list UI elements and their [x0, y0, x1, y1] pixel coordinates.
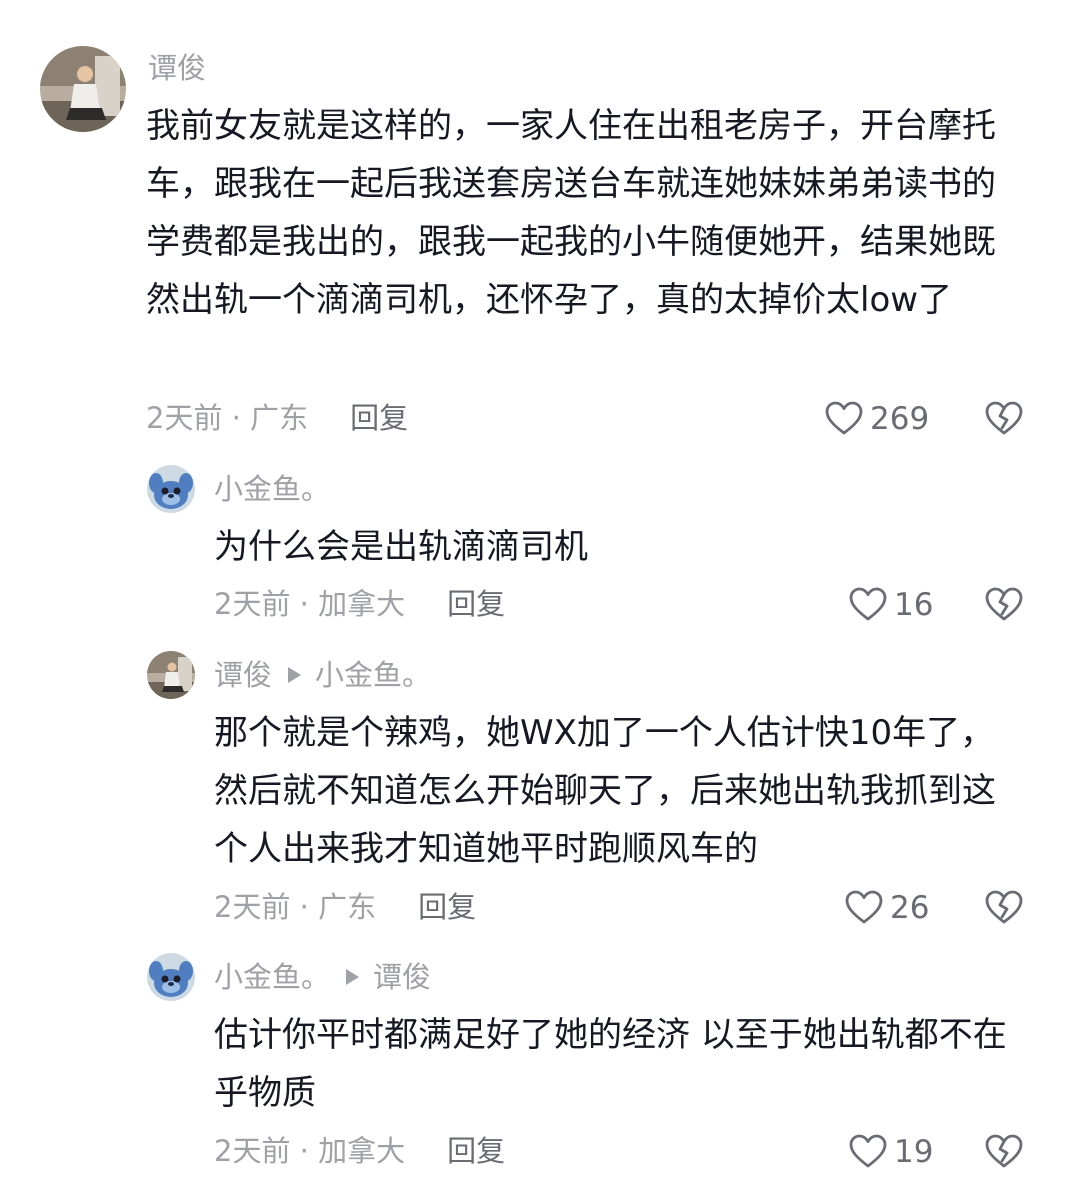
reply-button[interactable]: 回复: [447, 1134, 505, 1168]
avatar[interactable]: [147, 953, 195, 1001]
comment-meta: 2天前 · 广东 回复: [146, 400, 408, 436]
comment-text: 我前女友就是这样的，一家人住在出租老房子，开台摩托车，跟我在一起后我送套房送台车…: [146, 106, 996, 320]
like-count: 26: [890, 890, 930, 926]
heart-outline-icon: [845, 890, 883, 924]
comment-4: 小金鱼。 谭俊 估计你平时都满足好了她的经济 以至于她出轨都不在乎物质 2天前 ·…: [0, 940, 1065, 1200]
reply-button[interactable]: 回复: [418, 890, 476, 924]
comment-time-location: 2天前 · 广东: [214, 890, 377, 924]
person-photo-icon: [147, 651, 195, 699]
person-photo-icon: [40, 46, 126, 132]
comment-username: 小金鱼。 谭俊: [214, 959, 431, 995]
reply-button[interactable]: 回复: [447, 587, 505, 621]
comment-text: 那个就是个辣鸡，她WX加了一个人估计快10年了，然后就不知道怎么开始聊天了，后来…: [214, 713, 996, 869]
comment-time-location: 2天前 · 加拿大: [214, 1134, 406, 1168]
reply-target[interactable]: 小金鱼。: [315, 658, 431, 692]
avatar[interactable]: [40, 46, 126, 132]
reply-arrow-icon: [288, 667, 302, 683]
heart-outline-icon: [849, 1134, 887, 1168]
comment-username[interactable]: 谭俊: [148, 50, 206, 86]
comment-text: 为什么会是出轨滴滴司机: [214, 527, 588, 567]
avatar[interactable]: [147, 465, 195, 513]
avatar[interactable]: [147, 651, 195, 699]
reply-arrow-icon: [346, 969, 360, 985]
comment-time-location: 2天前 · 加拿大: [214, 587, 406, 621]
comment-2: 小金鱼。 为什么会是出轨滴滴司机 2天前 · 加拿大 回复 16: [0, 450, 1065, 640]
broken-heart-icon[interactable]: [984, 399, 1024, 439]
comment-meta: 2天前 · 广东 回复: [214, 889, 476, 925]
reply-target[interactable]: 谭俊: [373, 960, 431, 994]
like-button[interactable]: 16: [848, 585, 933, 625]
comment-time-location: 2天前 · 广东: [146, 401, 309, 435]
like-count: 269: [870, 401, 930, 437]
reply-author[interactable]: 谭俊: [214, 658, 272, 692]
comment-1: 谭俊 我前女友就是这样的，一家人住在出租老房子，开台摩托车，跟我在一起后我送套房…: [0, 0, 1065, 450]
cartoon-character-icon: [147, 465, 195, 513]
broken-heart-icon[interactable]: [984, 585, 1024, 625]
comment-meta: 2天前 · 加拿大 回复: [214, 586, 505, 622]
comment-username: 谭俊 小金鱼。: [214, 657, 431, 693]
reply-author[interactable]: 小金鱼。: [214, 960, 330, 994]
like-button[interactable]: 269: [824, 399, 929, 439]
broken-heart-icon[interactable]: [984, 1132, 1024, 1172]
comment-text: 估计你平时都满足好了她的经济 以至于她出轨都不在乎物质: [214, 1015, 1007, 1113]
broken-heart-icon[interactable]: [984, 888, 1024, 928]
like-button[interactable]: 26: [844, 888, 929, 928]
heart-outline-icon: [849, 587, 887, 621]
comment-meta: 2天前 · 加拿大 回复: [214, 1133, 505, 1169]
comment-3: 谭俊 小金鱼。 那个就是个辣鸡，她WX加了一个人估计快10年了，然后就不知道怎么开…: [0, 640, 1065, 940]
heart-outline-icon: [825, 401, 863, 435]
cartoon-character-icon: [147, 953, 195, 1001]
like-button[interactable]: 19: [848, 1132, 933, 1172]
comment-username[interactable]: 小金鱼。: [214, 471, 330, 507]
like-count: 16: [894, 587, 934, 623]
like-count: 19: [894, 1134, 934, 1170]
reply-button[interactable]: 回复: [350, 401, 408, 435]
